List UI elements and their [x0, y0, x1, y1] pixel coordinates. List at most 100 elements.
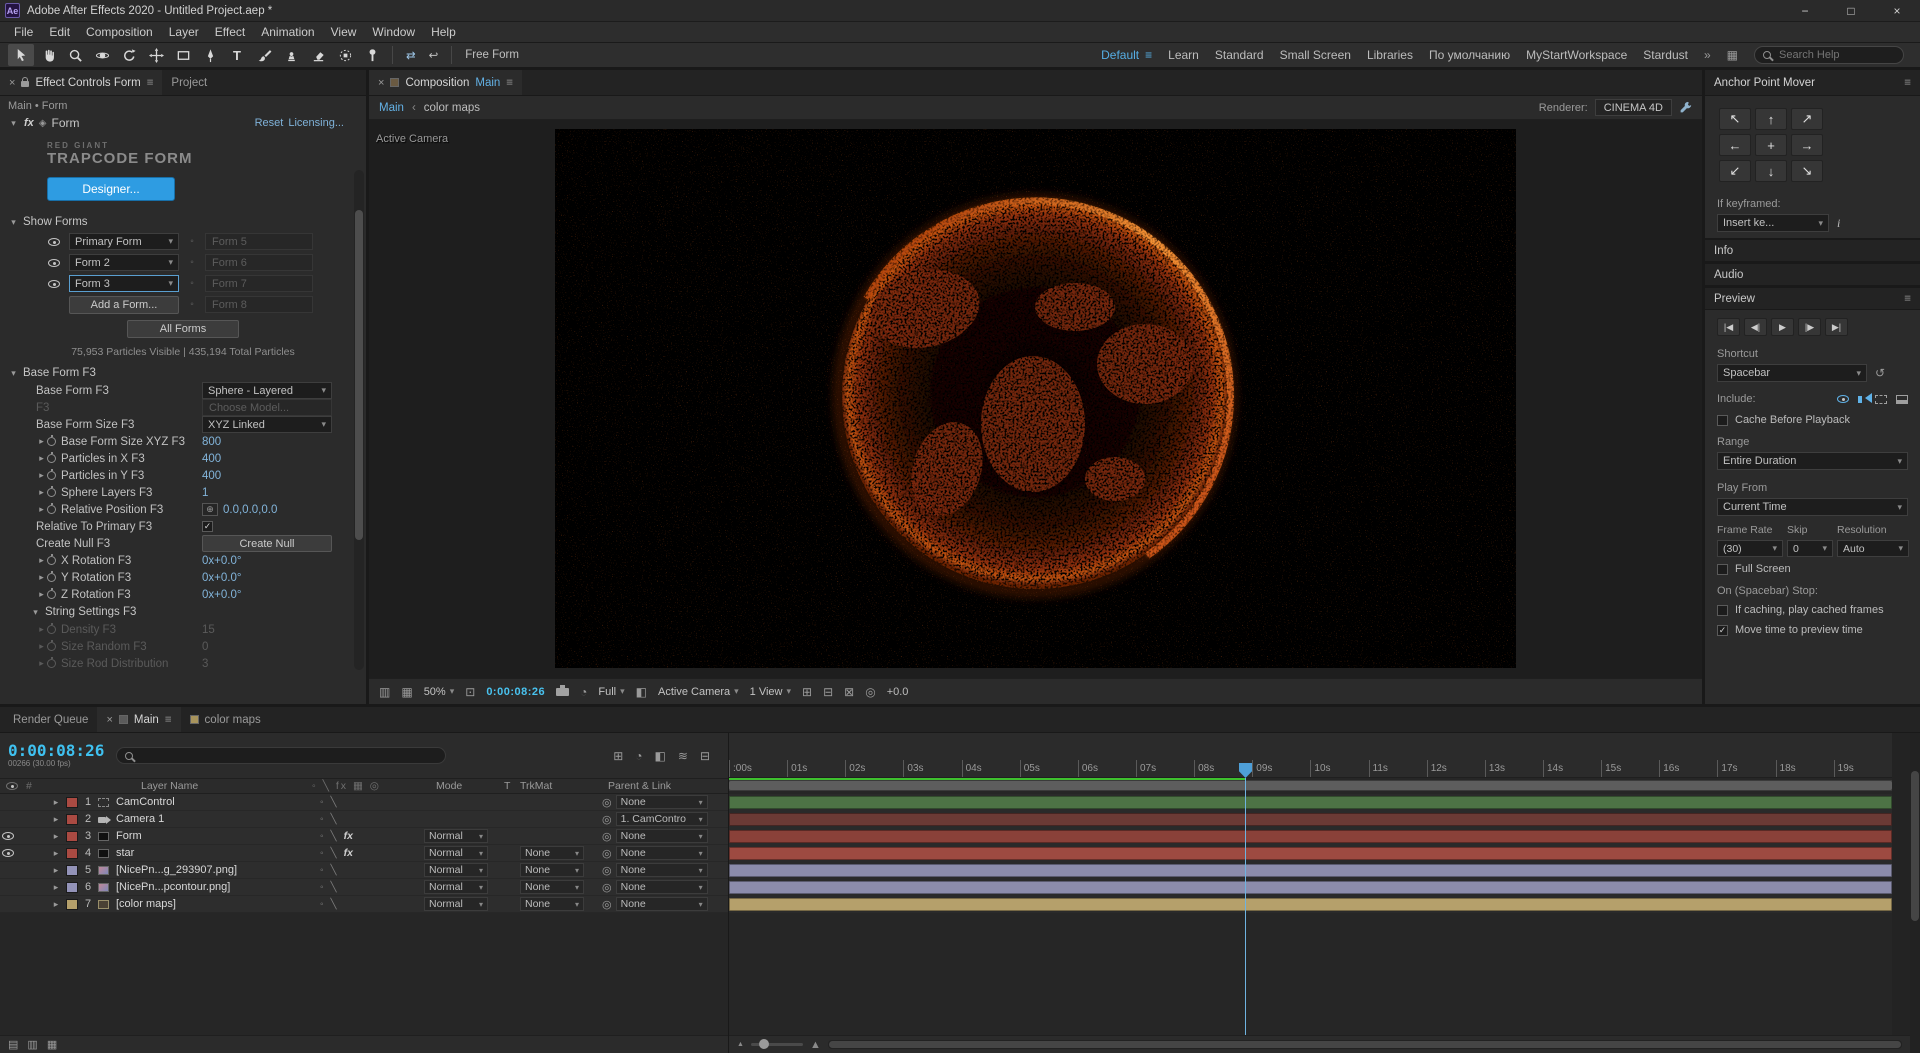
column-trkmat[interactable]: TrkMat	[520, 780, 598, 792]
label-color[interactable]	[66, 814, 78, 825]
layer-bar[interactable]	[729, 864, 1892, 877]
expand-transfer-controls-icon[interactable]: ▥	[27, 1038, 37, 1051]
layer-name[interactable]: star	[116, 847, 312, 859]
trkmat-dropdown[interactable]: None	[520, 880, 584, 894]
viewport-timecode[interactable]: 0:00:08:26	[486, 686, 545, 698]
frame-blending-icon[interactable]: ≋	[678, 749, 688, 763]
panel-menu-icon[interactable]: ≡	[147, 77, 154, 89]
move-time-checkbox[interactable]	[1717, 625, 1728, 636]
base-form-header[interactable]: ▾ Base Form F3	[0, 364, 366, 382]
work-area-segment[interactable]	[729, 781, 1892, 790]
column-t[interactable]: T	[504, 780, 520, 792]
parent-dropdown[interactable]: 1. CamContro	[616, 812, 708, 826]
eye-icon[interactable]	[46, 259, 62, 267]
next-frame-button[interactable]: |▶	[1798, 318, 1821, 336]
anchor-arrow-left[interactable]: ←	[1719, 134, 1751, 156]
if-caching-checkbox[interactable]	[1717, 605, 1728, 616]
trkmat-dropdown[interactable]: None	[520, 897, 584, 911]
menu-help[interactable]: Help	[423, 23, 464, 41]
breadcrumb-main[interactable]: Main	[379, 102, 404, 114]
close-icon[interactable]: ×	[378, 77, 384, 89]
composition-mini-flowchart-icon[interactable]: ⊞	[613, 749, 623, 763]
workspace-stardust[interactable]: Stardust	[1643, 48, 1688, 62]
include-overlays-icon[interactable]	[1875, 395, 1887, 404]
blend-mode-dropdown[interactable]: Normal	[424, 829, 488, 843]
property-value[interactable]: 400	[202, 470, 221, 482]
anchor-arrow-up[interactable]: ↑	[1755, 108, 1787, 130]
stopwatch-icon[interactable]	[47, 590, 56, 599]
twirl-icon[interactable]: ▸	[48, 831, 64, 842]
table-row[interactable]: ▸ 6 [NicePn...pcontour.png] ◦╲ Normal No…	[0, 879, 728, 896]
property-value[interactable]: 0.0,0.0,0.0	[223, 504, 277, 516]
skip-dropdown[interactable]: 0	[1787, 540, 1833, 557]
blend-mode-dropdown[interactable]: Normal	[424, 846, 488, 860]
eye-icon[interactable]	[0, 832, 16, 840]
stopwatch-icon[interactable]	[47, 454, 56, 463]
pickwhip-icon[interactable]: ◎	[602, 796, 612, 809]
layer-name[interactable]: [NicePn...pcontour.png]	[116, 881, 312, 893]
blend-mode-dropdown[interactable]: Normal	[424, 863, 488, 877]
tab-project[interactable]: Project	[162, 70, 216, 95]
workspace-default[interactable]: Default	[1101, 48, 1139, 62]
scrollbar[interactable]	[354, 170, 364, 670]
workspace-po-umolchaniyu[interactable]: По умолчанию	[1429, 48, 1510, 62]
workspace-learn[interactable]: Learn	[1168, 48, 1199, 62]
always-preview-icon[interactable]: ▥	[379, 685, 390, 699]
anchor-point-mover-header[interactable]: Anchor Point Mover ≡	[1705, 70, 1920, 96]
pickwhip-icon[interactable]: ◎	[602, 898, 612, 911]
eraser-tool-icon[interactable]	[305, 44, 331, 66]
pickwhip-icon[interactable]: ◎	[602, 847, 612, 860]
anchor-arrow-up-left[interactable]: ↖	[1719, 108, 1751, 130]
label-color[interactable]	[66, 848, 78, 859]
timeline-graph-area[interactable]: :00s01s 02s03s 04s05s 06s07s 08s09s 10s1…	[728, 733, 1910, 1053]
first-frame-button[interactable]: |◀	[1717, 318, 1740, 336]
twirl-icon[interactable]: ▸	[48, 882, 64, 893]
region-of-interest-icon[interactable]: ⊡	[465, 685, 475, 699]
hand-tool-icon[interactable]	[35, 44, 61, 66]
panel-menu-icon[interactable]: ≡	[1904, 77, 1911, 89]
close-icon[interactable]: ×	[9, 77, 15, 89]
layer-name[interactable]: Camera 1	[116, 813, 312, 825]
twirl-icon[interactable]: ▸	[48, 814, 64, 825]
search-help-box[interactable]	[1754, 46, 1904, 64]
menu-view[interactable]: View	[323, 23, 365, 41]
expand-layer-switches-icon[interactable]: ▤	[8, 1038, 18, 1051]
property-value[interactable]: 0x+0.0°	[202, 555, 241, 567]
pickwhip-icon[interactable]: ◎	[602, 813, 612, 826]
menu-composition[interactable]: Composition	[78, 23, 161, 41]
pen-tool-icon[interactable]	[197, 44, 223, 66]
create-null-button[interactable]: Create Null	[202, 535, 332, 552]
twirl-open-icon[interactable]: ▾	[30, 607, 41, 618]
zoom-out-mountain-icon[interactable]: ▲	[737, 1041, 744, 1048]
pixel-aspect-icon[interactable]: ⊞	[802, 685, 812, 699]
motion-blur-icon[interactable]: ⊟	[700, 749, 710, 763]
licensing-link[interactable]: Licensing...	[288, 117, 344, 129]
anchor-arrow-up-right[interactable]: ↗	[1791, 108, 1823, 130]
free-form-label[interactable]: Free Form	[459, 49, 525, 61]
last-frame-button[interactable]: ▶|	[1825, 318, 1848, 336]
twirl-closed-icon[interactable]: ▸	[36, 589, 47, 600]
all-forms-button[interactable]: All Forms	[127, 320, 239, 338]
renderer-settings-wrench-icon[interactable]	[1679, 101, 1692, 114]
tab-composition-main[interactable]: × Composition Main ≡	[369, 70, 522, 95]
layer-bar[interactable]	[729, 796, 1892, 809]
puppet-pin-tool-icon[interactable]	[359, 44, 385, 66]
resolution-dropdown[interactable]: Full	[598, 686, 624, 698]
menu-window[interactable]: Window	[364, 23, 423, 41]
zoom-in-mountain-icon[interactable]: ▲	[810, 1039, 821, 1051]
fast-previews-icon[interactable]: ◧	[636, 685, 647, 699]
close-icon[interactable]: ×	[106, 714, 112, 726]
twirl-closed-icon[interactable]: ▸	[36, 453, 47, 464]
undo-arrow-icon[interactable]: ↩	[423, 48, 445, 62]
camera-view-dropdown[interactable]: Active Camera	[658, 686, 739, 698]
twirl-icon[interactable]: ▸	[48, 865, 64, 876]
draft-3d-icon[interactable]: ◔	[635, 749, 642, 763]
fx-badge[interactable]: fx	[344, 830, 353, 842]
trkmat-dropdown[interactable]: None	[520, 846, 584, 860]
axis-mode-icon[interactable]: ⇄	[400, 48, 422, 62]
property-value[interactable]: 400	[202, 453, 221, 465]
reset-exposure-icon[interactable]: ◎	[865, 685, 875, 699]
pickwhip-icon[interactable]: ◎	[602, 830, 612, 843]
twirl-closed-icon[interactable]: ▸	[36, 470, 47, 481]
property-value[interactable]: 0x+0.0°	[202, 572, 241, 584]
